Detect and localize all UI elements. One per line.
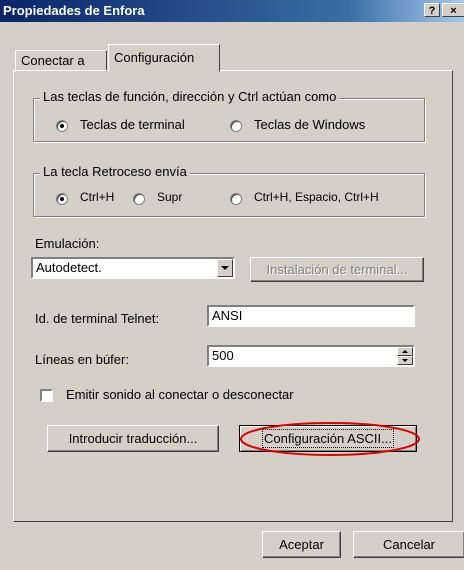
radio-windows-keys[interactable] (230, 120, 242, 132)
spin-up-button[interactable] (397, 347, 413, 356)
telnet-id-value: ANSI (212, 308, 243, 323)
radio-windows-keys-label[interactable]: Teclas de Windows (254, 117, 365, 132)
arrow-down-icon (402, 359, 408, 362)
buffer-lines-value: 500 (212, 348, 234, 363)
ok-button[interactable]: Aceptar (262, 531, 341, 558)
emulation-dropdown-button[interactable] (217, 259, 233, 277)
tab-configuracion[interactable]: Configuración (108, 44, 220, 72)
window-title: Propiedades de Enfora (3, 3, 145, 18)
radio-ctrl-h-label[interactable]: Ctrl+H (80, 190, 114, 204)
translation-button[interactable]: Introducir traducción... (47, 425, 219, 452)
radio-ctrl-h-space[interactable] (230, 193, 242, 205)
properties-dialog: Propiedades de Enfora ? × Conectar a Con… (0, 0, 464, 570)
radio-terminal-keys[interactable] (56, 120, 68, 132)
title-bar[interactable]: Propiedades de Enfora ? × (0, 0, 464, 22)
close-button[interactable]: × (442, 3, 464, 17)
buffer-lines-input[interactable]: 500 (207, 345, 415, 367)
backspace-legend: La tecla Retroceso envía (40, 164, 190, 179)
function-keys-legend: Las teclas de función, dirección y Ctrl … (40, 89, 340, 104)
emulation-select[interactable]: Autodetect. (31, 257, 235, 279)
spin-down-button[interactable] (397, 356, 413, 365)
beep-checkbox-label[interactable]: Emitir sonido al conectar o desconectar (66, 387, 294, 402)
beep-checkbox[interactable] (40, 389, 53, 402)
telnet-id-input[interactable]: ANSI (207, 305, 415, 327)
radio-terminal-keys-label[interactable]: Teclas de terminal (80, 117, 185, 132)
help-button[interactable]: ? (424, 3, 440, 17)
telnet-id-label: Id. de terminal Telnet: (35, 311, 160, 326)
cancel-button[interactable]: Cancelar (353, 531, 464, 558)
radio-ctrl-h[interactable] (56, 193, 68, 205)
arrow-up-icon (402, 350, 408, 353)
radio-supr[interactable] (133, 193, 145, 205)
buffer-lines-label: Líneas en búfer: (35, 352, 129, 367)
radio-supr-label[interactable]: Supr (157, 190, 182, 204)
chevron-down-icon (221, 266, 229, 270)
tab-conectar-a[interactable]: Conectar a (15, 50, 107, 72)
radio-ctrl-h-space-label[interactable]: Ctrl+H, Espacio, Ctrl+H (254, 190, 379, 204)
emulation-selected-value: Autodetect. (36, 260, 102, 275)
highlight-ellipse (240, 422, 420, 456)
terminal-setup-button[interactable]: Instalación de terminal... (250, 257, 424, 282)
emulation-label: Emulación: (35, 236, 100, 251)
